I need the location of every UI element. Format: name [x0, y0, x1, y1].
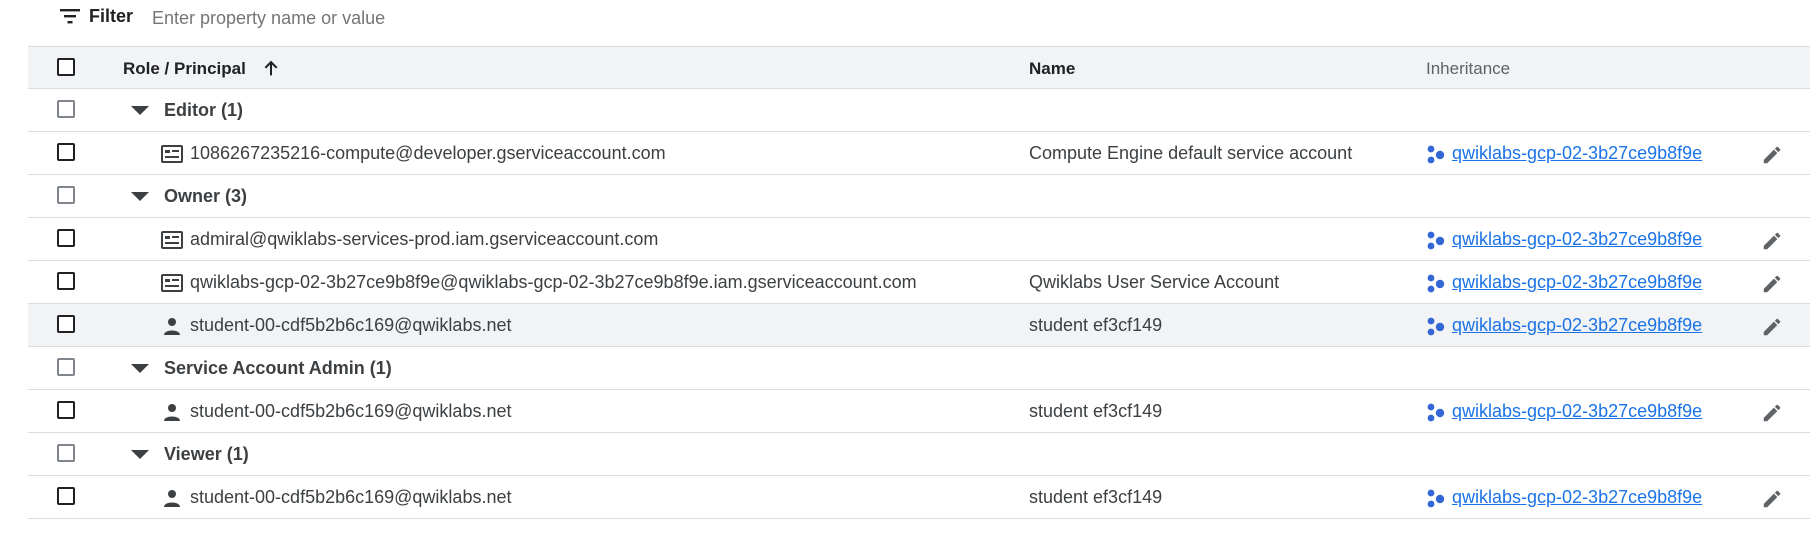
filter-label[interactable]: Filter	[89, 6, 133, 27]
inheritance-project-link[interactable]: qwiklabs-gcp-02-3b27ce9b8f9e	[1452, 272, 1702, 293]
group-checkbox[interactable]	[57, 186, 75, 204]
principal-name: Compute Engine default service account	[1029, 143, 1353, 163]
inheritance-project-link[interactable]: qwiklabs-gcp-02-3b27ce9b8f9e	[1452, 487, 1702, 508]
edit-pencil-icon[interactable]	[1761, 316, 1783, 338]
role-group-label: Viewer (1)	[164, 444, 249, 464]
service-account-icon	[161, 273, 183, 293]
column-header-name[interactable]: Name	[1029, 59, 1075, 79]
table-row: student-00-cdf5b2b6c169@qwiklabs.net stu…	[28, 304, 1810, 347]
table-row: student-00-cdf5b2b6c169@qwiklabs.net stu…	[28, 476, 1810, 519]
service-account-icon	[161, 144, 183, 164]
permissions-table: Role / Principal Name Inheritance Editor…	[28, 46, 1810, 519]
role-group-row[interactable]: Owner (3)	[28, 175, 1810, 218]
select-all-checkbox[interactable]	[57, 58, 75, 76]
row-checkbox[interactable]	[57, 143, 75, 161]
row-checkbox[interactable]	[57, 272, 75, 290]
role-group-label: Service Account Admin (1)	[164, 358, 392, 378]
role-group-label: Editor (1)	[164, 100, 243, 120]
row-checkbox[interactable]	[57, 229, 75, 247]
person-icon	[161, 316, 183, 336]
row-checkbox[interactable]	[57, 487, 75, 505]
edit-pencil-icon[interactable]	[1761, 273, 1783, 295]
table-row: student-00-cdf5b2b6c169@qwiklabs.net stu…	[28, 390, 1810, 433]
inheritance-project-link[interactable]: qwiklabs-gcp-02-3b27ce9b8f9e	[1452, 229, 1702, 250]
inheritance-project-link[interactable]: qwiklabs-gcp-02-3b27ce9b8f9e	[1452, 315, 1702, 336]
table-row: admiral@qwiklabs-services-prod.iam.gserv…	[28, 218, 1810, 261]
column-header-role-principal[interactable]: Role / Principal	[123, 59, 246, 79]
filter-bar: Filter	[0, 0, 1810, 38]
group-checkbox[interactable]	[57, 358, 75, 376]
principal-name: student ef3cf149	[1029, 401, 1163, 421]
project-icon	[1426, 145, 1446, 165]
role-group-row[interactable]: Editor (1)	[28, 89, 1810, 132]
row-checkbox[interactable]	[57, 315, 75, 333]
table-body: Editor (1) 1086267235216-compute@develop…	[28, 89, 1810, 519]
row-checkbox[interactable]	[57, 401, 75, 419]
principal-email: student-00-cdf5b2b6c169@qwiklabs.net	[190, 315, 512, 335]
role-group-row[interactable]: Service Account Admin (1)	[28, 347, 1810, 390]
table-header-row: Role / Principal Name Inheritance	[28, 46, 1810, 89]
principal-name: student ef3cf149	[1029, 487, 1163, 507]
person-icon	[161, 402, 183, 422]
table-row: qwiklabs-gcp-02-3b27ce9b8f9e@qwiklabs-gc…	[28, 261, 1810, 304]
role-group-label: Owner (3)	[164, 186, 248, 206]
table-row: 1086267235216-compute@developer.gservice…	[28, 132, 1810, 175]
expand-caret-icon[interactable]	[131, 364, 149, 373]
principal-email: student-00-cdf5b2b6c169@qwiklabs.net	[190, 487, 512, 507]
principal-email: admiral@qwiklabs-services-prod.iam.gserv…	[190, 229, 659, 249]
principal-name: student ef3cf149	[1029, 315, 1163, 335]
principal-name: Qwiklabs User Service Account	[1029, 272, 1280, 292]
edit-pencil-icon[interactable]	[1761, 144, 1783, 166]
project-icon	[1426, 317, 1446, 337]
person-icon	[161, 488, 183, 508]
filter-icon[interactable]	[60, 8, 80, 24]
sort-ascending-icon[interactable]	[260, 57, 282, 79]
column-header-inheritance: Inheritance	[1426, 59, 1511, 78]
project-icon	[1426, 403, 1446, 423]
project-icon	[1426, 274, 1446, 294]
edit-pencil-icon[interactable]	[1761, 488, 1783, 510]
edit-pencil-icon[interactable]	[1761, 402, 1783, 424]
expand-caret-icon[interactable]	[131, 106, 149, 115]
group-checkbox[interactable]	[57, 444, 75, 462]
principal-email: qwiklabs-gcp-02-3b27ce9b8f9e@qwiklabs-gc…	[190, 272, 917, 292]
expand-caret-icon[interactable]	[131, 192, 149, 201]
role-group-row[interactable]: Viewer (1)	[28, 433, 1810, 476]
inheritance-project-link[interactable]: qwiklabs-gcp-02-3b27ce9b8f9e	[1452, 143, 1702, 164]
service-account-icon	[161, 230, 183, 250]
filter-input[interactable]	[150, 2, 754, 34]
principal-email: student-00-cdf5b2b6c169@qwiklabs.net	[190, 401, 512, 421]
project-icon	[1426, 489, 1446, 509]
principal-email: 1086267235216-compute@developer.gservice…	[190, 143, 666, 163]
inheritance-project-link[interactable]: qwiklabs-gcp-02-3b27ce9b8f9e	[1452, 401, 1702, 422]
project-icon	[1426, 231, 1446, 251]
group-checkbox[interactable]	[57, 100, 75, 118]
edit-pencil-icon[interactable]	[1761, 230, 1783, 252]
expand-caret-icon[interactable]	[131, 450, 149, 459]
